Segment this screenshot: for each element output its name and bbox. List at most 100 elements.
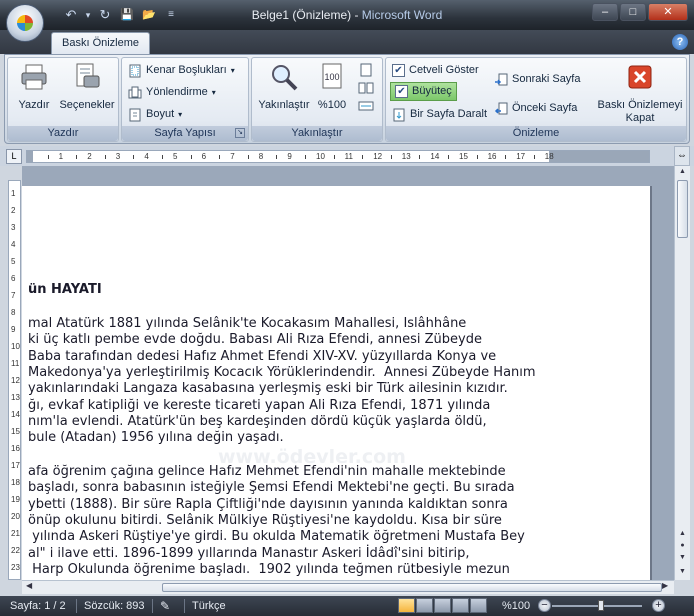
svg-text:100: 100: [324, 72, 339, 82]
ruler-tick: [104, 155, 106, 159]
ruler-label: 16: [11, 444, 20, 453]
minimize-button[interactable]: –: [592, 3, 618, 21]
margins-button[interactable]: Kenar Boşlukları ▾: [128, 61, 235, 80]
horizontal-scroll-thumb[interactable]: [162, 583, 662, 592]
ruler-toggle-icon[interactable]: ⇔: [674, 146, 690, 166]
scroll-up-icon[interactable]: ▲: [675, 166, 690, 178]
horizontal-ruler[interactable]: 1 2 3 4 5 6 7 8 9 10 11 12 13 14 15 16 17 18: [26, 150, 650, 163]
scroll-down-page-icon[interactable]: ▼: [675, 552, 690, 564]
paragraph-line: bule (Atadan) 1956 yılına değin yaşadı.: [28, 430, 284, 446]
ruler-label: 9: [287, 152, 292, 161]
ruler-label: 13: [401, 152, 411, 161]
zoom-slider-thumb[interactable]: [598, 600, 604, 611]
options-label: Seçenekler: [59, 99, 115, 111]
print-layout-view-icon[interactable]: [398, 598, 415, 613]
one-page-button[interactable]: [358, 63, 374, 77]
scroll-down-icon[interactable]: ▼: [675, 566, 690, 578]
next-page-icon: [495, 73, 508, 85]
tab-print-preview[interactable]: Baskı Önizleme: [51, 32, 151, 54]
word-count[interactable]: Sözcük: 893: [84, 599, 145, 613]
ruler-tick: [505, 155, 507, 159]
office-button[interactable]: [6, 4, 44, 42]
document-area: ün HAYATI mal Atatürk 1881 yılında Selân…: [22, 166, 674, 580]
ruler-tick: [133, 155, 135, 159]
ruler-tick: [419, 155, 421, 159]
close-print-preview-button[interactable]: Baskı Önizlemeyi Kapat: [594, 62, 686, 125]
watermark: www.ödevler.com: [218, 446, 406, 468]
two-pages-button[interactable]: [358, 81, 374, 95]
ruler-label: 2: [11, 206, 16, 215]
ruler-tick: [276, 155, 278, 159]
magnifier-check-icon: ✔: [395, 85, 408, 98]
scroll-up-page-icon[interactable]: ▲: [675, 528, 690, 540]
one-page-icon: [360, 63, 372, 77]
ruler-tick: [448, 155, 449, 159]
previous-page-button[interactable]: Önceki Sayfa: [494, 99, 577, 118]
show-ruler-checkbox[interactable]: ✔ Cetveli Göster: [392, 61, 479, 80]
office-logo-icon: [17, 15, 33, 31]
zoom-label: Yakınlaştır: [258, 99, 310, 111]
print-button[interactable]: Yazdır: [12, 62, 56, 112]
outline-view-icon[interactable]: [452, 598, 469, 613]
maximize-button[interactable]: □: [620, 3, 646, 21]
zoom-in-button[interactable]: +: [652, 599, 665, 612]
browse-object-icon[interactable]: ●: [675, 540, 690, 552]
zoom-button[interactable]: Yakınlaştır: [256, 62, 312, 112]
next-page-button[interactable]: Sonraki Sayfa: [494, 70, 580, 89]
zoom-100-button[interactable]: 100 %100: [314, 62, 350, 112]
scroll-left-icon[interactable]: ◀: [26, 581, 32, 590]
close-button[interactable]: ✕: [648, 3, 688, 21]
title-separator: -: [351, 8, 362, 22]
page-size-icon: [129, 108, 141, 121]
group-zoom: Yakınlaştır 100 %100 Yakınlaştır: [251, 57, 383, 142]
page-width-icon: [358, 101, 374, 111]
paragraph-line: önüp okulunu bitirdi. Selânik Mülkiye Rü…: [28, 512, 502, 528]
proofing-icon[interactable]: ✎: [160, 599, 170, 613]
full-screen-reading-view-icon[interactable]: [416, 598, 433, 613]
horizontal-scrollbar[interactable]: ◀ ▶: [22, 580, 674, 594]
web-layout-view-icon[interactable]: [434, 598, 451, 613]
status-divider: [184, 599, 185, 613]
show-ruler-check-icon: ✔: [392, 64, 405, 77]
group-preview: ✔ Cetveli Göster ✔ Büyüteç Bir Sayfa Dar…: [385, 57, 687, 142]
help-icon[interactable]: ?: [672, 34, 688, 50]
zoom-slider-track[interactable]: [552, 605, 642, 607]
left-margin-shade: [27, 151, 33, 162]
orientation-button[interactable]: Yönlendirme ▾: [128, 83, 216, 102]
tab-selector-icon[interactable]: L: [6, 149, 22, 164]
draft-view-icon[interactable]: [470, 598, 487, 613]
magnifier-checkbox[interactable]: ✔ Büyüteç: [390, 82, 457, 101]
vertical-scrollbar[interactable]: ▲ ▲ ● ▼ ▼: [674, 166, 690, 580]
page-count[interactable]: Sayfa: 1 / 2: [10, 599, 66, 613]
close-preview-icon: [628, 65, 652, 89]
ribbon-tab-row: Baskı Önizleme ?: [0, 30, 694, 54]
paragraph-line: yılında Askeri Rüştiye'ye girdi. Bu okul…: [28, 529, 525, 545]
margins-label: Kenar Boşlukları: [146, 64, 227, 76]
paragraph-line: Makedonya'ya yerleştirilmiş Kocacık Yörü…: [28, 364, 536, 380]
ruler-tick: [190, 155, 192, 159]
document-text: ün HAYATI mal Atatürk 1881 yılında Selân…: [28, 186, 648, 577]
vertical-scroll-thumb[interactable]: [677, 180, 688, 238]
language-indicator[interactable]: Türkçe: [192, 599, 226, 613]
ruler-label: 8: [11, 308, 16, 317]
right-margin-shade: [549, 151, 649, 162]
scroll-right-icon[interactable]: ▶: [662, 581, 668, 590]
zoom-out-button[interactable]: −: [538, 599, 551, 612]
size-button[interactable]: Boyut ▾: [128, 105, 182, 124]
ruler-tick: [76, 155, 78, 159]
dialog-launcher-icon[interactable]: ↘: [235, 128, 245, 138]
status-divider: [152, 599, 153, 613]
size-label: Boyut: [146, 108, 175, 120]
horizontal-ruler-area: L 1 2 3 4 5 6 7 8 9 10 11 12 13 14 15 16 17 18: [0, 146, 694, 166]
printer-icon: [21, 64, 47, 90]
page-width-button[interactable]: [358, 99, 374, 113]
document-page[interactable]: ün HAYATI mal Atatürk 1881 yılında Selân…: [22, 186, 652, 580]
ruler-tick: [162, 155, 163, 159]
zoom-level[interactable]: %100: [502, 599, 530, 613]
document-heading: ün HAYATI: [28, 282, 102, 297]
orientation-dropdown-icon: ▾: [211, 88, 216, 97]
ruler-label: 11: [11, 359, 20, 368]
vertical-ruler[interactable]: 123456789101112131415161718192021222324: [8, 180, 21, 580]
shrink-one-page-button[interactable]: Bir Sayfa Daralt: [392, 105, 487, 124]
options-button[interactable]: Seçenekler: [56, 62, 118, 112]
